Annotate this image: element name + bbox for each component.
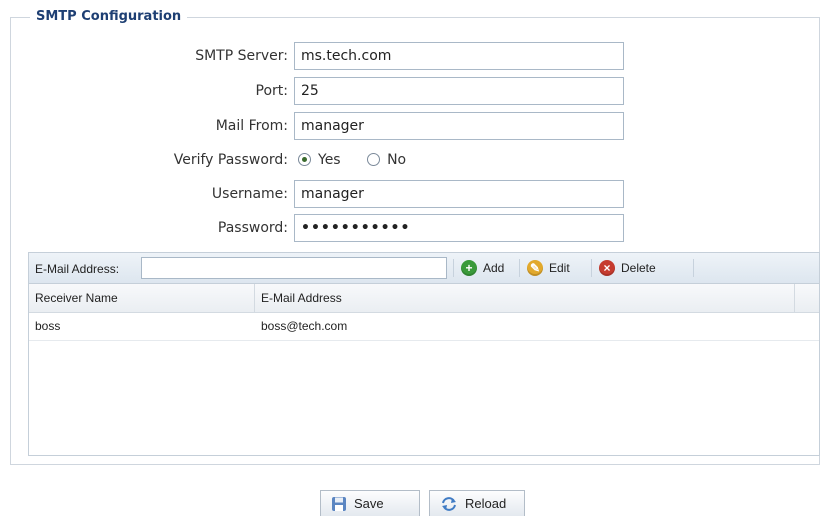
reload-button[interactable]: Reload [429,490,525,516]
port-input[interactable] [294,77,624,105]
grid-header-row: Receiver Name E-Mail Address [29,284,819,313]
edit-button[interactable]: ✎ Edit [527,258,570,278]
save-button-label: Save [354,496,384,511]
delete-button[interactable]: × Delete [599,258,656,278]
mail-from-row: Mail From: [0,112,650,142]
table-row[interactable]: boss boss@tech.com [29,313,819,341]
username-label: Username: [211,186,288,202]
email-address-label: E-Mail Address: [35,262,120,276]
reload-button-label: Reload [465,496,507,511]
edit-circle-icon: ✎ [527,260,543,276]
section-legend: SMTP Configuration [30,9,188,25]
port-row: Port: [0,77,650,107]
receiver-grid: E-Mail Address: + Add ✎ Edit × Delete Re… [28,252,820,456]
email-address-input[interactable] [141,257,447,279]
column-header-email-address[interactable]: E-Mail Address [255,284,795,312]
password-label: Password: [217,220,288,236]
smtp-server-row: SMTP Server: [0,42,650,72]
username-row: Username: [0,180,650,210]
edit-button-label: Edit [549,261,570,275]
receiver-name-cell: boss [35,319,61,333]
username-input[interactable] [294,180,624,208]
toolbar-separator [693,259,694,277]
refresh-icon [442,496,456,511]
floppy-disk-icon [332,496,346,511]
password-row: Password: [0,214,650,244]
grid-toolbar: E-Mail Address: + Add ✎ Edit × Delete [29,253,819,284]
radio-yes-checked-icon[interactable] [298,153,311,166]
radio-no-icon[interactable] [367,153,381,166]
smtp-server-input[interactable] [294,42,624,70]
toolbar-separator [453,259,454,277]
add-circle-icon: + [461,260,477,276]
verify-password-yes-option[interactable]: Yes [298,152,341,168]
save-button[interactable]: Save [320,490,420,516]
email-address-cell: boss@tech.com [261,319,348,333]
add-button[interactable]: + Add [461,258,504,278]
toolbar-separator [519,259,520,277]
verify-password-yes-label: Yes [318,152,341,168]
smtp-server-label: SMTP Server: [195,48,288,64]
delete-circle-icon: × [599,260,615,276]
verify-password-no-option[interactable]: No [367,152,406,168]
column-header-receiver-name[interactable]: Receiver Name [29,284,255,312]
port-label: Port: [255,83,288,99]
toolbar-separator [591,259,592,277]
mail-from-input[interactable] [294,112,624,140]
add-button-label: Add [483,261,505,275]
verify-password-no-label: No [387,152,407,168]
mail-from-label: Mail From: [215,118,288,134]
password-input[interactable] [294,214,624,242]
delete-button-label: Delete [621,261,656,275]
verify-password-label: Verify Password: [173,152,288,168]
smtp-configuration-page: SMTP Configuration SMTP Server: Port: Ma… [0,0,824,516]
verify-password-row: Verify Password: Yes No [0,146,650,176]
verify-password-radio-group: Yes No [298,152,428,168]
